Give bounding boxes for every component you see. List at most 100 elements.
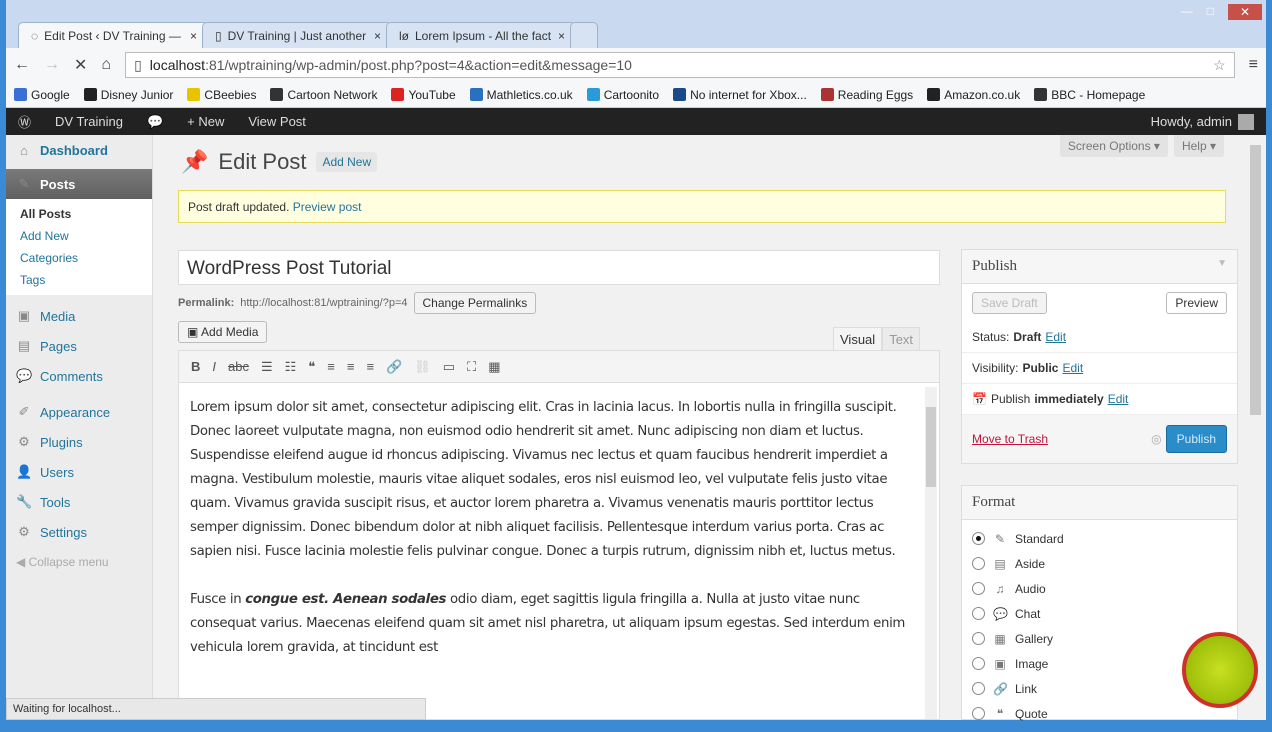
tab-close-icon[interactable]: ×	[558, 29, 565, 48]
view-post-link[interactable]: View Post	[236, 114, 318, 129]
sidebar-item-pages[interactable]: ▤ Pages	[6, 331, 152, 361]
close-icon[interactable]: ✕	[1228, 4, 1262, 20]
user-menu[interactable]: Howdy, admin	[1151, 113, 1266, 130]
move-to-trash-link[interactable]: Move to Trash	[972, 432, 1048, 446]
tab-close-icon[interactable]: ×	[374, 29, 381, 48]
maximize-icon[interactable]: □	[1207, 4, 1214, 20]
minimize-icon[interactable]: —	[1181, 4, 1193, 20]
bookmark[interactable]: Disney Junior	[83, 88, 173, 102]
permalink[interactable]: http://localhost:81/wptraining/?p=4	[240, 297, 407, 309]
save-draft-button[interactable]: Save Draft	[972, 292, 1047, 314]
forward-icon[interactable]: →	[44, 56, 60, 74]
preview-button[interactable]: Preview	[1166, 292, 1227, 314]
align-center-icon[interactable]: ≡	[347, 359, 355, 374]
bookmark[interactable]: Mathletics.co.uk	[469, 88, 573, 102]
page-scrollbar[interactable]	[1246, 135, 1266, 720]
stop-icon[interactable]: ✕	[74, 55, 87, 75]
format-option[interactable]: ♫ Audio	[972, 576, 1227, 601]
calendar-icon: 📅	[972, 392, 987, 406]
bookmark[interactable]: Cartoon Network	[270, 88, 377, 102]
submenu-item[interactable]: Add New	[6, 225, 152, 247]
new-content-link[interactable]: + New	[175, 114, 236, 129]
collapse-menu-button[interactable]: ◀ Collapse menu	[6, 547, 152, 577]
post-editor: B Iabc ☰ ☷ ❝ ≡ ≡ ≡ 🔗 ⛓ ▭ ⛶ ▦ Lorem ipsum dolor sit a…	[178, 350, 940, 720]
post-title-input[interactable]: WordPress Post Tutorial	[178, 250, 940, 285]
add-new-button[interactable]: Add New	[316, 152, 378, 172]
menu-icon[interactable]: ≡	[1249, 56, 1258, 74]
radio-button[interactable]	[972, 657, 985, 670]
radio-button[interactable]	[972, 582, 985, 595]
align-left-icon[interactable]: ≡	[327, 359, 335, 374]
browser-tab[interactable]: ◌ Edit Post ‹ DV Training — ×	[18, 22, 208, 48]
radio-button[interactable]	[972, 632, 985, 645]
kitchen-sink-icon[interactable]: ▦	[488, 359, 500, 375]
toggle-arrow-icon[interactable]: ▼	[1217, 258, 1227, 275]
preview-post-link[interactable]: Preview post	[293, 200, 362, 214]
sidebar-item-appearance[interactable]: ✐ Appearance	[6, 397, 152, 427]
submenu-item[interactable]: Categories	[6, 247, 152, 269]
format-option[interactable]: 💬 Chat	[972, 601, 1227, 626]
radio-button[interactable]	[972, 682, 985, 695]
format-option[interactable]: ✎ Standard	[972, 526, 1227, 551]
bookmark[interactable]: BBC - Homepage	[1034, 88, 1145, 102]
editor-content[interactable]: Lorem ipsum dolor sit amet, consectetur …	[179, 384, 923, 719]
site-name-link[interactable]: DV Training	[43, 114, 135, 129]
sidebar-item-users[interactable]: 👤 Users	[6, 457, 152, 487]
bookmark[interactable]: Google	[14, 88, 70, 102]
star-icon[interactable]: ☆	[1213, 57, 1226, 74]
new-tab-button[interactable]	[570, 22, 598, 48]
bookmark[interactable]: Cartoonito	[586, 88, 659, 102]
edit-visibility-link[interactable]: Edit	[1062, 361, 1083, 375]
sidebar-item-posts[interactable]: ✎ Posts	[6, 169, 152, 199]
bold-icon[interactable]: B	[191, 359, 200, 374]
sidebar-item-plugins[interactable]: ⚙ Plugins	[6, 427, 152, 457]
comments-icon[interactable]: 💬	[135, 114, 175, 130]
edit-date-link[interactable]: Edit	[1108, 392, 1129, 406]
more-icon[interactable]: ▭	[443, 359, 455, 375]
change-permalinks-button[interactable]: Change Permalinks	[413, 292, 537, 314]
bookmark[interactable]: No internet for Xbox...	[673, 88, 807, 102]
format-option[interactable]: ▤ Aside	[972, 551, 1227, 576]
publish-button[interactable]: Publish	[1165, 425, 1227, 453]
link-icon[interactable]: 🔗	[386, 359, 402, 375]
lorem-favicon-icon: lø	[399, 29, 409, 43]
italic-icon[interactable]: I	[212, 359, 216, 374]
bookmark[interactable]: YouTube	[391, 88, 456, 102]
screen-options-button[interactable]: Screen Options ▾	[1059, 135, 1168, 157]
radio-button[interactable]	[972, 532, 985, 545]
sidebar-item-tools[interactable]: 🔧 Tools	[6, 487, 152, 517]
numbered-list-icon[interactable]: ☷	[285, 359, 297, 375]
back-icon[interactable]: ←	[14, 56, 30, 74]
sidebar-item-settings[interactable]: ⚙ Settings	[6, 517, 152, 547]
wordpress-logo-icon[interactable]: Ⓦ	[6, 112, 43, 131]
submenu-item[interactable]: Tags	[6, 269, 152, 291]
align-right-icon[interactable]: ≡	[366, 359, 374, 374]
browser-tab[interactable]: lø Lorem Ipsum - All the fact ×	[386, 22, 576, 48]
radio-button[interactable]	[972, 557, 985, 570]
tab-close-icon[interactable]: ×	[190, 29, 197, 48]
sidebar-item-media[interactable]: ▣ Media	[6, 301, 152, 331]
radio-button[interactable]	[972, 707, 985, 720]
tab-visual[interactable]: Visual	[833, 327, 883, 351]
add-media-button[interactable]: ▣ Add Media	[178, 321, 268, 343]
home-icon[interactable]: ⌂	[101, 56, 111, 74]
browser-tab[interactable]: ▯ DV Training | Just another ×	[202, 22, 392, 48]
sidebar-item-dashboard[interactable]: ⌂ Dashboard	[6, 135, 152, 165]
fullscreen-icon[interactable]: ⛶	[467, 359, 476, 375]
bullet-list-icon[interactable]: ☰	[261, 359, 273, 375]
submenu-item[interactable]: All Posts	[6, 203, 152, 225]
edit-status-link[interactable]: Edit	[1045, 330, 1066, 344]
blockquote-icon[interactable]: ❝	[308, 359, 315, 375]
tab-text[interactable]: Text	[882, 327, 921, 351]
radio-button[interactable]	[972, 607, 985, 620]
bookmark[interactable]: Amazon.co.uk	[927, 88, 1020, 102]
strikethrough-icon[interactable]: abc	[228, 359, 249, 374]
format-option[interactable]: ❝ Quote	[972, 701, 1227, 726]
bookmark[interactable]: CBeebies	[187, 88, 256, 102]
bookmark[interactable]: Reading Eggs	[820, 88, 913, 102]
help-button[interactable]: Help ▾	[1173, 135, 1224, 157]
editor-scrollbar[interactable]	[925, 387, 937, 719]
address-bar[interactable]: ▯ localhost:81/wptraining/wp-admin/post.p…	[125, 52, 1235, 78]
unlink-icon[interactable]: ⛓	[414, 359, 431, 375]
sidebar-item-comments[interactable]: 💬 Comments	[6, 361, 152, 391]
